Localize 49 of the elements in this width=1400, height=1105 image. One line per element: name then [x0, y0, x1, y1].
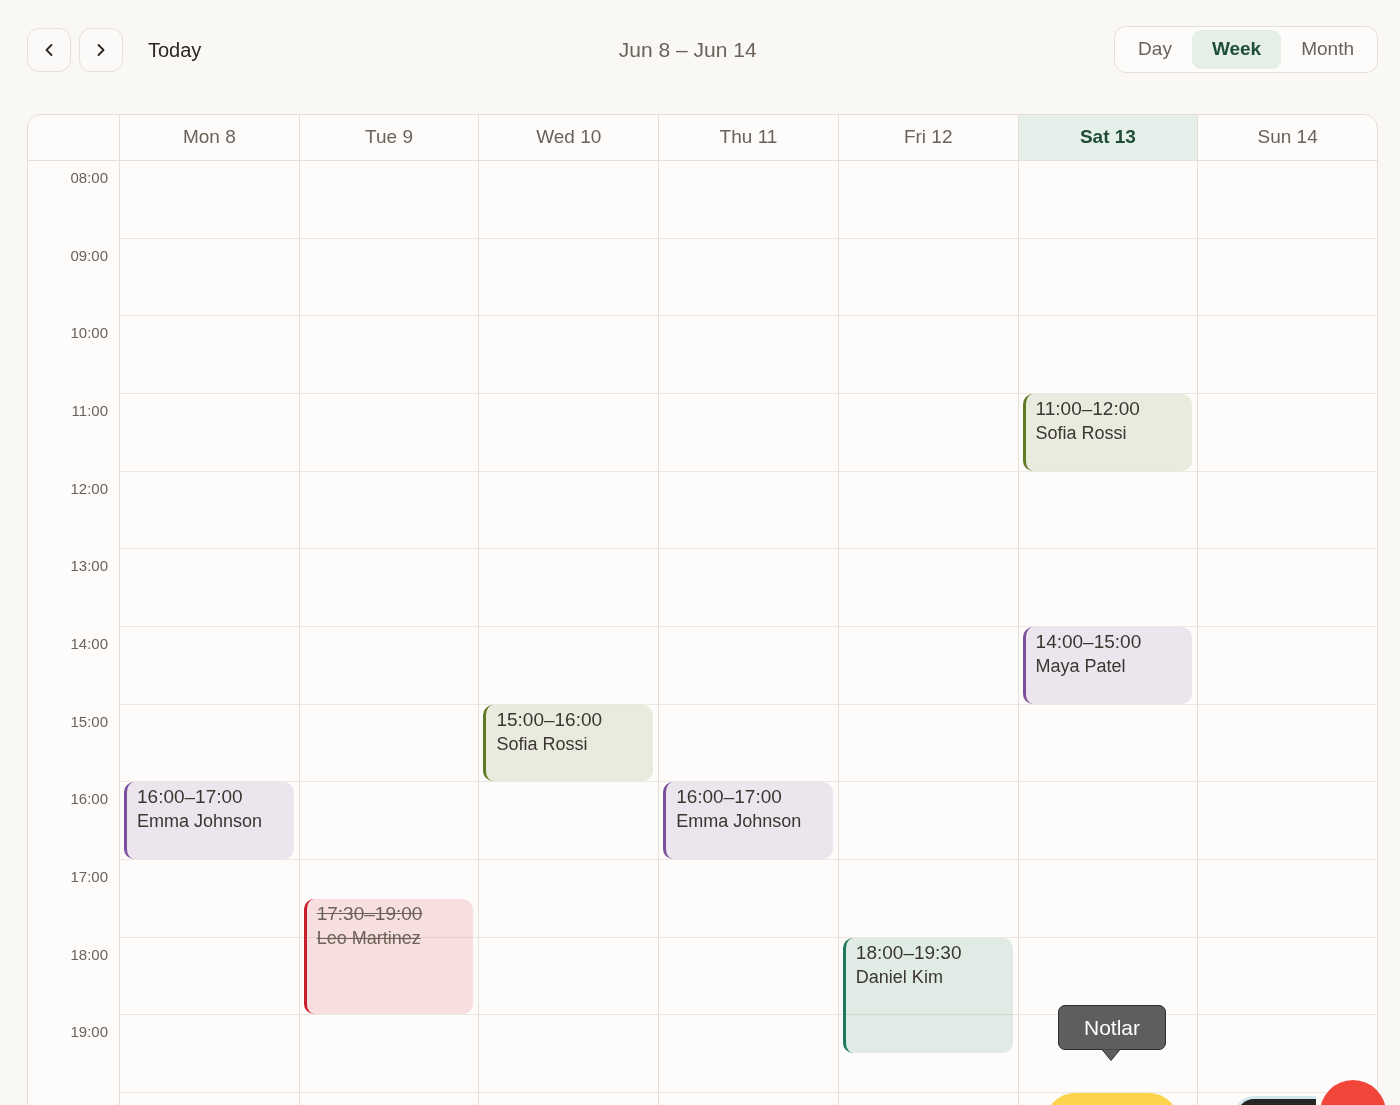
today-button[interactable]: Today [148, 37, 202, 62]
time-label: 09:00 [70, 246, 108, 265]
event-name: Daniel Kim [855, 965, 944, 989]
event-card[interactable]: 16:00–17:00 Emma Johnson [663, 782, 833, 859]
next-button[interactable] [79, 27, 123, 72]
time-label: 19:00 [70, 1023, 108, 1042]
day-header[interactable]: Sun 14 [1197, 115, 1377, 160]
event-card[interactable]: 14:00–15:00 Maya Patel [1022, 627, 1193, 704]
event-time: 11:00–12:00 [1035, 397, 1141, 421]
event-time: 17:30–19:00 [316, 901, 424, 926]
time-label: 08:00 [70, 169, 108, 187]
event-name: Leo Martinez [316, 926, 422, 950]
dock-tooltip: Notlar [1058, 1005, 1166, 1050]
time-label: 13:00 [70, 557, 108, 576]
time-label: 18:00 [70, 945, 108, 964]
time-label: 15:00 [70, 712, 108, 731]
time-label: 12:00 [70, 479, 108, 498]
time-label: 17:00 [70, 867, 108, 886]
event-card[interactable]: 18:00–19:30 Daniel Kim [842, 937, 1013, 1054]
time-label: 10:00 [70, 324, 108, 343]
event-card[interactable]: 17:30–19:00 Leo Martinez [303, 898, 474, 1015]
previous-button[interactable] [27, 27, 71, 72]
view-tab[interactable]: Day [1118, 30, 1192, 69]
event-name: Emma Johnson [676, 810, 803, 834]
view-tab[interactable]: Week [1191, 30, 1282, 69]
date-range-title: Jun 8 – Jun 14 [618, 36, 757, 63]
time-label: 16:00 [70, 790, 108, 809]
event-name: Sofia Rossi [496, 732, 589, 756]
event-card[interactable]: 16:00–17:00 Emma Johnson [124, 782, 294, 859]
day-header[interactable]: Tue 9 [298, 115, 479, 160]
event-name: Sofia Rossi [1035, 422, 1128, 445]
event-name: Maya Patel [1035, 655, 1127, 678]
day-header[interactable]: Sat 13 [1017, 115, 1198, 160]
tooltip-pointer-icon [1101, 1049, 1121, 1062]
event-time: 14:00–15:00 [1035, 630, 1143, 654]
event-time: 18:00–19:30 [855, 940, 963, 965]
event-name: Emma Johnson [137, 810, 264, 834]
event-time: 16:00–17:00 [676, 785, 783, 810]
view-tab[interactable]: Month [1281, 30, 1374, 69]
day-header[interactable]: Wed 10 [478, 115, 659, 160]
day-header[interactable]: Mon 8 [119, 115, 299, 160]
event-card[interactable]: 11:00–12:00 Sofia Rossi [1022, 394, 1193, 471]
time-label: 14:00 [70, 634, 108, 653]
day-header[interactable]: Thu 11 [658, 115, 838, 160]
event-time: 16:00–17:00 [137, 785, 244, 810]
day-header[interactable]: Fri 12 [837, 115, 1018, 160]
event-card[interactable]: 15:00–16:00 Sofia Rossi [483, 704, 654, 782]
time-label: 11:00 [71, 401, 108, 420]
event-time: 15:00–16:00 [496, 707, 604, 732]
